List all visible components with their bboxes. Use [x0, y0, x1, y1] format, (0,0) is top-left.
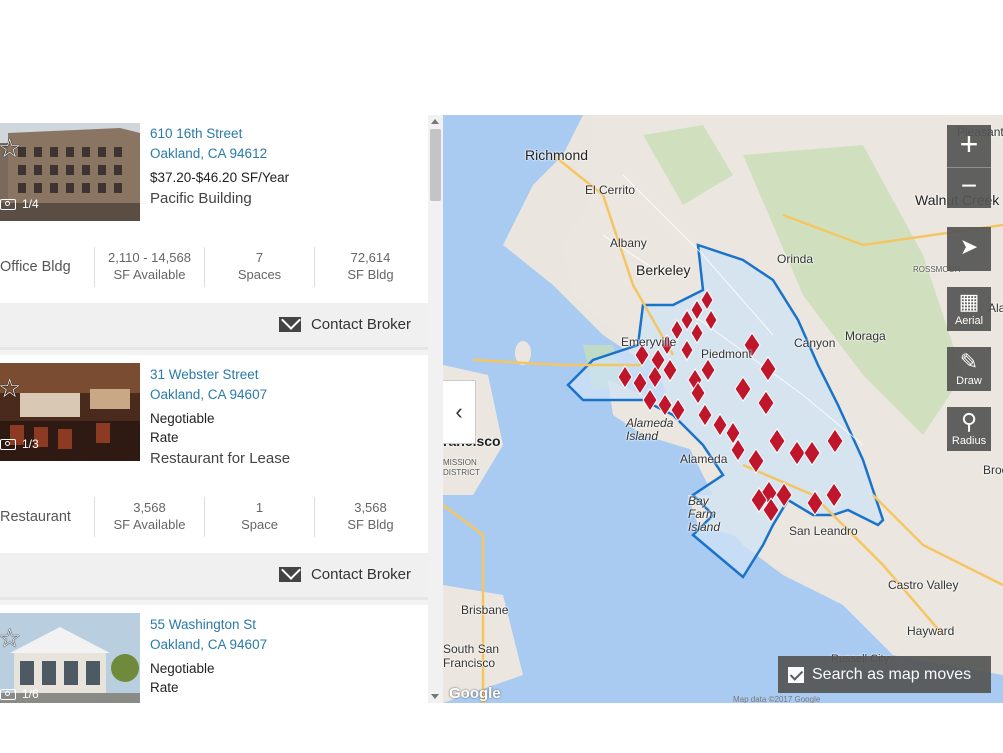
minus-icon: −: [960, 170, 978, 201]
listing-rate: Negotiable: [150, 411, 215, 426]
collapse-list-button[interactable]: ‹: [443, 380, 476, 444]
pencil-icon: ✎: [959, 349, 979, 374]
map-attribution[interactable]: Map data ©2017 Google: [733, 695, 820, 703]
listing-photo[interactable]: ☆ 1/6: [0, 613, 140, 703]
camera-icon: [0, 438, 16, 450]
mail-icon: [278, 317, 301, 332]
map-label: Castro Valley: [888, 578, 959, 592]
listing-rate-unit: Rate: [150, 430, 179, 445]
map-label: Bay Farm Island: [688, 494, 721, 534]
stat-sf-available: 2,110 - 14,568 SF Available: [94, 247, 204, 287]
chevron-left-icon: ‹: [455, 399, 463, 424]
listing-city-link[interactable]: Oakland, CA 94607: [150, 387, 267, 402]
camera-icon: [0, 198, 16, 210]
camera-icon: [0, 688, 16, 700]
listing-address-link[interactable]: 610 16th Street: [150, 126, 242, 141]
stat-sf-available: 3,568 SF Available: [94, 497, 204, 537]
map-label: Broo: [983, 463, 1003, 477]
map-label: Orinda: [777, 252, 814, 266]
map-label: Berkeley: [636, 262, 691, 278]
listing-address-link[interactable]: 31 Webster Street: [150, 367, 259, 382]
radius-button[interactable]: ⚲ Radius: [947, 407, 991, 451]
map-label: Alameda Island: [626, 416, 674, 443]
map-label: Hayward: [907, 624, 955, 638]
listing-photo[interactable]: ☆ 1/3: [0, 363, 140, 461]
contact-bar: Contact Broker: [0, 553, 428, 600]
listing-city-link[interactable]: Oakland, CA 94612: [150, 146, 267, 161]
navigation-arrow-icon: ➤: [959, 234, 979, 259]
map-label: South San Francisco: [443, 642, 500, 670]
listing-panel[interactable]: ☆ 1/4 610 16th Street Oakland, CA 94612 …: [0, 115, 428, 703]
map-label: Moraga: [845, 329, 886, 343]
map-label: Piedmont: [701, 347, 752, 361]
checkbox-checked-icon[interactable]: [788, 666, 804, 683]
property-type: Restaurant: [0, 509, 71, 525]
photo-count: 1/4: [0, 197, 39, 211]
map-label: Brisbane: [461, 603, 509, 617]
listing-rate: Negotiable: [150, 661, 215, 676]
listing-card[interactable]: ☆ 1/3 31 Webster Street Oakland, CA 9460…: [0, 355, 428, 600]
map-label: Richmond: [525, 147, 589, 163]
map-label: Alameda: [680, 452, 728, 466]
contact-broker-button[interactable]: Contact Broker: [278, 316, 411, 333]
map-label: San Leandro: [789, 524, 858, 538]
listing-address-link[interactable]: 55 Washington St: [150, 617, 256, 632]
scroll-down-arrow-icon[interactable]: [431, 694, 439, 699]
listing-city-link[interactable]: Oakland, CA 94607: [150, 637, 267, 652]
scrollbar-thumb[interactable]: [430, 129, 441, 201]
list-scrollbar[interactable]: [428, 115, 443, 703]
map-label: Canyon: [794, 336, 836, 350]
stat-sf-bldg: 72,614 SF Bldg: [314, 247, 426, 287]
listing-stats: Restaurant 3,568 SF Available 1 Space 3,56…: [0, 497, 428, 537]
listing-rate-unit: Rate: [150, 680, 179, 695]
listing-rate: $37.20-$46.20 SF/Year: [150, 170, 290, 185]
zoom-out-button[interactable]: −: [947, 167, 991, 208]
stat-spaces: 7 Spaces: [204, 247, 314, 287]
google-logo: Google: [449, 685, 501, 702]
map-label: El Cerrito: [585, 183, 636, 197]
map-label: Emeryville: [621, 335, 677, 349]
photo-count: 1/6: [0, 687, 39, 701]
search-icon: ⚲: [960, 409, 978, 434]
aerial-icon: ▦: [958, 289, 980, 314]
map-view[interactable]: Richmond El Cerrito Albany Berkeley Orin…: [443, 115, 1003, 703]
property-type: Office Bldg: [0, 259, 71, 275]
favorite-star-icon[interactable]: ☆: [0, 135, 21, 161]
search-as-map-moves-toggle[interactable]: Search as map moves: [778, 656, 991, 693]
photo-count: 1/3: [0, 437, 39, 451]
aerial-button[interactable]: ▦ Aerial: [947, 287, 991, 331]
scroll-up-arrow-icon[interactable]: [431, 119, 439, 124]
listing-name: Restaurant for Lease: [150, 450, 291, 467]
contact-bar: Contact Broker: [0, 303, 428, 350]
draw-button[interactable]: ✎ Draw: [947, 347, 991, 391]
listing-card[interactable]: ☆ 1/4 610 16th Street Oakland, CA 94612 …: [0, 115, 428, 350]
favorite-star-icon[interactable]: ☆: [0, 625, 21, 651]
stat-spaces: 1 Space: [204, 497, 314, 537]
listing-stats: Office Bldg 2,110 - 14,568 SF Available 7…: [0, 247, 428, 287]
favorite-star-icon[interactable]: ☆: [0, 375, 21, 401]
mail-icon: [278, 567, 301, 582]
map-label: Albany: [610, 236, 647, 250]
plus-icon: +: [959, 126, 979, 162]
locate-button[interactable]: ➤: [947, 227, 991, 271]
stat-sf-bldg: 3,568 SF Bldg: [314, 497, 426, 537]
zoom-in-button[interactable]: +: [947, 125, 991, 167]
listing-name: Pacific Building: [150, 190, 252, 207]
contact-broker-button[interactable]: Contact Broker: [278, 566, 411, 583]
map-label: MISSION DISTRICT: [443, 458, 480, 477]
listing-photo[interactable]: ☆ 1/4: [0, 123, 140, 221]
listing-card[interactable]: ☆ 1/6 55 Washington St Oakland, CA 94607…: [0, 605, 428, 703]
